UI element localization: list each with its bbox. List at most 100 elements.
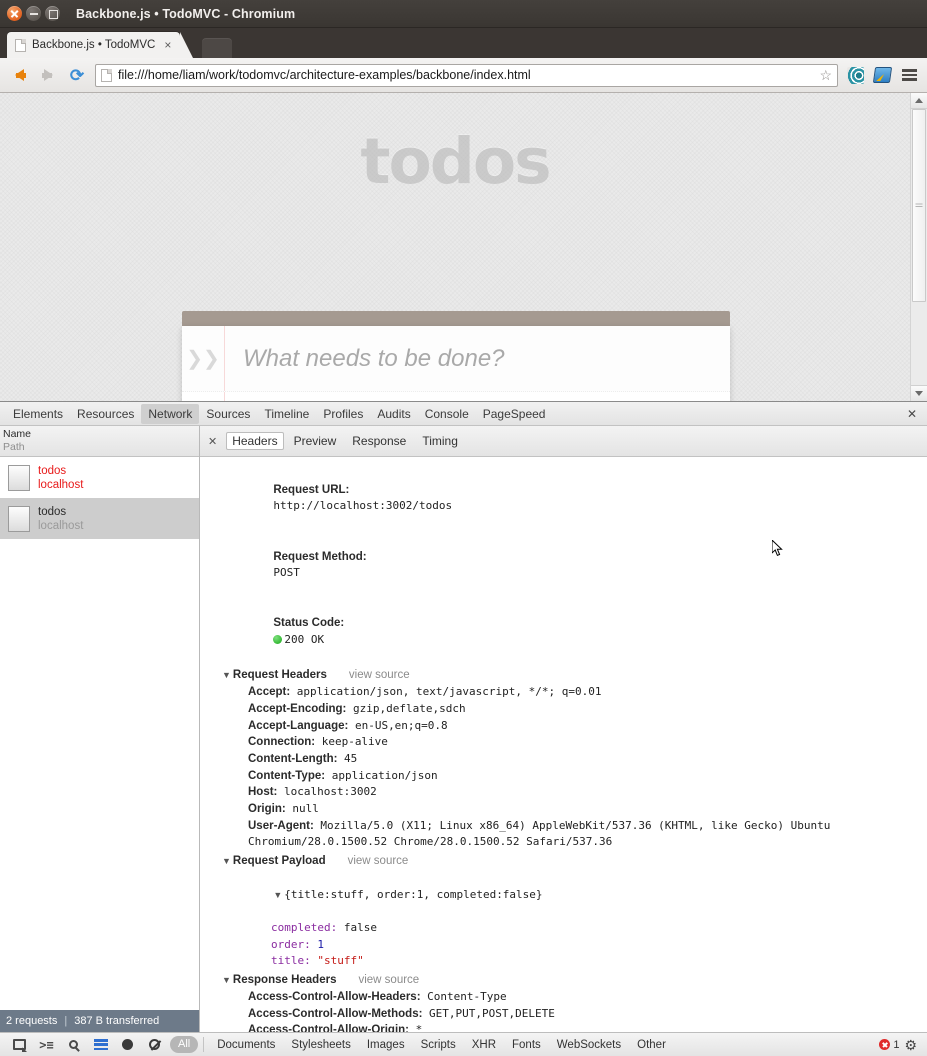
request-headers-section[interactable]: ▼ Request Headers view source: [222, 667, 927, 684]
settings-gear-icon[interactable]: ⚙: [904, 1038, 917, 1052]
tab-elements[interactable]: Elements: [6, 404, 70, 424]
scrollbar-track[interactable]: [911, 109, 927, 385]
detail-tab-response[interactable]: Response: [346, 432, 412, 450]
tab-sources[interactable]: Sources: [199, 404, 257, 424]
filter-websockets[interactable]: WebSockets: [549, 1039, 629, 1051]
maximize-window-button[interactable]: [45, 6, 60, 21]
new-todo-input[interactable]: What needs to be done?: [225, 345, 505, 373]
scroll-down-button[interactable]: [911, 385, 927, 401]
tab-console[interactable]: Console: [418, 404, 476, 424]
search-button[interactable]: [60, 1034, 87, 1056]
filter-fonts[interactable]: Fonts: [504, 1039, 549, 1051]
back-button[interactable]: [8, 64, 30, 86]
column-header-name[interactable]: Name: [3, 428, 199, 441]
tab-profiles[interactable]: Profiles: [316, 404, 370, 424]
filter-documents[interactable]: Documents: [209, 1039, 283, 1051]
detail-tab-headers[interactable]: Headers: [226, 432, 284, 450]
new-tab-button[interactable]: [202, 38, 233, 58]
tab-audits[interactable]: Audits: [370, 404, 417, 424]
record-button[interactable]: [114, 1034, 141, 1056]
status-ok-icon: [273, 635, 283, 645]
page-scrollbar[interactable]: [910, 93, 927, 401]
payload-field-row: completed: false: [222, 920, 927, 937]
header-key: Origin:: [248, 803, 286, 816]
disclosure-triangle-icon[interactable]: ▼: [222, 856, 231, 866]
toggle-all-icon[interactable]: ❯❯: [182, 346, 224, 371]
disclosure-triangle-icon[interactable]: ▼: [222, 670, 231, 680]
browser-tab[interactable]: Backbone.js • TodoMVC ×: [7, 32, 194, 58]
request-method-row: Request Method: POST: [222, 532, 927, 599]
extension-icon-2[interactable]: [872, 65, 892, 85]
clear-button[interactable]: [141, 1034, 168, 1056]
network-request-list: Name Path todos localhost todos localhos…: [0, 426, 200, 1032]
todo-divider-line: [224, 392, 225, 401]
new-todo-row: ❯❯ What needs to be done?: [182, 326, 730, 392]
view-source-link[interactable]: view source: [348, 855, 409, 867]
status-code-value: 200 OK: [284, 633, 325, 647]
column-header-path[interactable]: Path: [3, 441, 199, 454]
page-title: todos: [360, 125, 551, 198]
request-row[interactable]: todos localhost: [0, 457, 199, 498]
filter-stylesheets[interactable]: Stylesheets: [283, 1039, 358, 1051]
close-devtools-icon[interactable]: ✕: [907, 407, 917, 421]
error-badge[interactable]: 1: [879, 1039, 899, 1051]
request-name: todos: [38, 505, 67, 518]
filter-xhr[interactable]: XHR: [464, 1039, 504, 1051]
view-source-link[interactable]: view source: [349, 669, 410, 681]
filter-images[interactable]: Images: [359, 1039, 413, 1051]
response-headers-title: Response Headers: [232, 974, 337, 987]
devtools-tabbar: Elements Resources Network Sources Timel…: [0, 402, 927, 426]
search-icon: [69, 1040, 78, 1049]
response-header-row: Access-Control-Allow-Origin: *: [222, 1022, 927, 1032]
request-header-row: Content-Length: 45: [222, 751, 927, 768]
request-url-row: Request URL: http://localhost:3002/todos: [222, 465, 927, 532]
request-type-icon: [8, 505, 30, 532]
detail-tab-timing[interactable]: Timing: [416, 432, 464, 450]
extension-icon-1[interactable]: [845, 65, 865, 85]
console-prompt-icon: >≡: [39, 1037, 54, 1052]
payload-summary-row[interactable]: ▼ {title:stuff, order:1, completed:false}: [222, 870, 927, 920]
disclosure-triangle-icon[interactable]: ▼: [273, 890, 282, 900]
status-code-key: Status Code:: [273, 617, 345, 630]
forward-button[interactable]: [37, 64, 59, 86]
bookmark-star-icon[interactable]: ☆: [819, 68, 832, 82]
todo-item[interactable]: ✔ stuff: [182, 392, 730, 401]
large-rows-button[interactable]: [87, 1034, 114, 1056]
chrome-menu-button[interactable]: [899, 65, 919, 85]
close-detail-icon[interactable]: ✕: [208, 435, 217, 448]
request-header-row: Host: localhost:3002: [222, 784, 927, 801]
header-value: null: [285, 802, 319, 816]
header-value: keep-alive: [315, 735, 388, 749]
view-source-link[interactable]: view source: [358, 974, 419, 986]
disclosure-triangle-icon[interactable]: ▼: [222, 975, 231, 985]
show-console-button[interactable]: >≡: [33, 1034, 60, 1056]
response-headers-list: Access-Control-Allow-Headers: Content-Ty…: [222, 989, 927, 1032]
headers-content: Request URL: http://localhost:3002/todos…: [200, 457, 927, 1032]
scrollbar-thumb[interactable]: [912, 109, 926, 303]
detail-tab-preview[interactable]: Preview: [288, 432, 343, 450]
close-tab-icon[interactable]: ×: [161, 39, 174, 51]
tab-network[interactable]: Network: [141, 403, 200, 424]
scrollbar-grip-icon: [915, 203, 923, 209]
todo-top-bar: [182, 311, 730, 326]
request-header-row: Content-Type: application/json: [222, 768, 927, 785]
tab-pagespeed[interactable]: PageSpeed: [476, 404, 553, 424]
tab-resources[interactable]: Resources: [70, 404, 141, 424]
filter-all-pill[interactable]: All: [170, 1035, 199, 1054]
dock-to-window-button[interactable]: [6, 1034, 33, 1056]
request-payload-title: Request Payload: [232, 855, 326, 868]
request-row[interactable]: todos localhost: [0, 498, 199, 539]
close-window-button[interactable]: [7, 6, 22, 21]
request-payload-section[interactable]: ▼ Request Payload view source: [222, 853, 927, 870]
response-headers-section[interactable]: ▼ Response Headers view source: [222, 972, 927, 989]
reload-button[interactable]: ⟳: [66, 64, 88, 86]
scroll-up-button[interactable]: [911, 93, 927, 109]
address-bar[interactable]: file:///home/liam/work/todomvc/architect…: [95, 63, 838, 87]
filter-other[interactable]: Other: [629, 1039, 674, 1051]
header-key: Host:: [248, 786, 278, 799]
filter-scripts[interactable]: Scripts: [413, 1039, 464, 1051]
tab-strip: Backbone.js • TodoMVC ×: [0, 28, 927, 58]
chevron-down-icon: [915, 391, 923, 396]
minimize-window-button[interactable]: [26, 6, 41, 21]
tab-timeline[interactable]: Timeline: [257, 404, 316, 424]
